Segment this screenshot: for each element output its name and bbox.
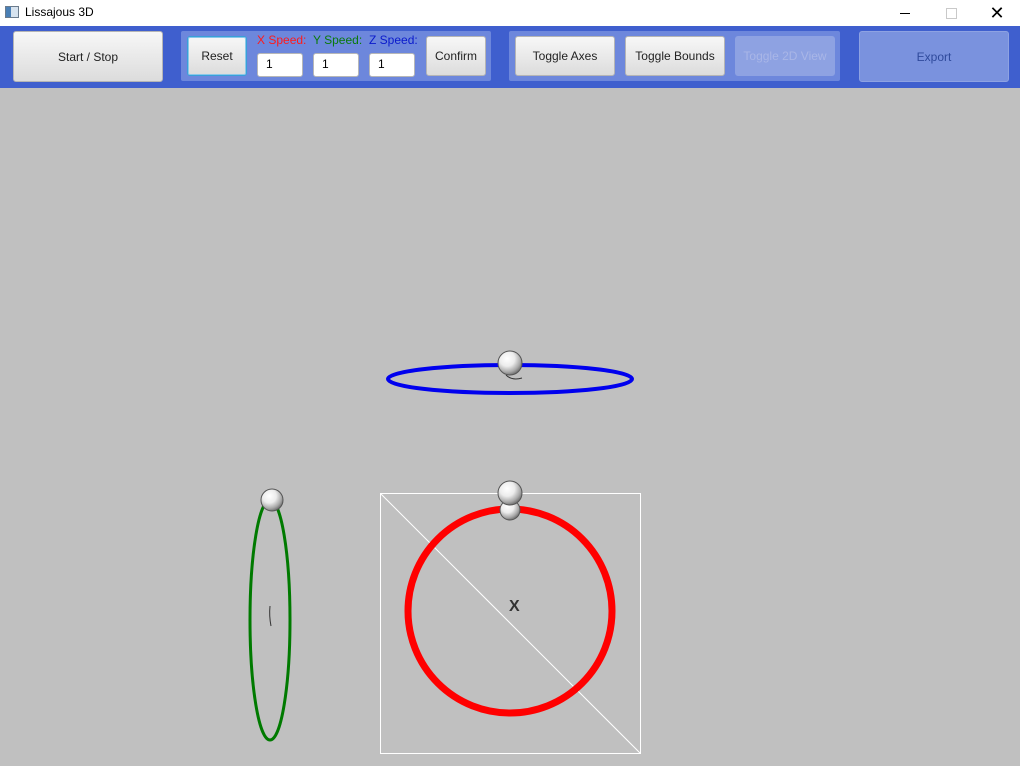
y-sphere (260, 488, 284, 512)
main-sphere (497, 480, 523, 506)
confirm-button[interactable]: Confirm (426, 36, 486, 76)
close-button[interactable]: ✕ (974, 0, 1020, 26)
z-sphere (497, 350, 523, 376)
y-speed-input[interactable]: 1 (313, 53, 359, 77)
toolbar: Start / Stop Reset X Speed: Y Speed: Z S… (0, 26, 1020, 88)
minimize-button[interactable] (882, 0, 928, 26)
export-button[interactable]: Export (859, 31, 1009, 82)
x-speed-input[interactable]: 1 (257, 53, 303, 77)
z-tick-mark (505, 374, 523, 380)
title-bar: Lissajous 3D ✕ (0, 0, 1020, 26)
toggle-2d-view-button: Toggle 2D View (735, 36, 835, 76)
toggle-axes-button[interactable]: Toggle Axes (515, 36, 615, 76)
scene-svg: X (248, 350, 641, 754)
start-stop-button[interactable]: Start / Stop (13, 31, 163, 82)
maximize-button (928, 0, 974, 26)
z-speed-input[interactable]: 1 (369, 53, 415, 77)
close-icon: ✕ (989, 2, 1005, 23)
y-speed-label: Y Speed: (313, 33, 363, 47)
render-canvas[interactable]: X (0, 88, 1020, 766)
x-axis-label: X (509, 598, 520, 615)
toggle-bounds-button[interactable]: Toggle Bounds (625, 36, 725, 76)
minimize-icon (900, 12, 910, 14)
y-tick-mark (269, 605, 272, 627)
maximize-icon (945, 7, 957, 19)
x-speed-label: X Speed: (257, 33, 307, 47)
z-speed-label: Z Speed: (369, 33, 418, 47)
reset-button[interactable]: Reset (187, 36, 247, 76)
app-icon (5, 6, 19, 18)
window-title: Lissajous 3D (25, 5, 94, 19)
